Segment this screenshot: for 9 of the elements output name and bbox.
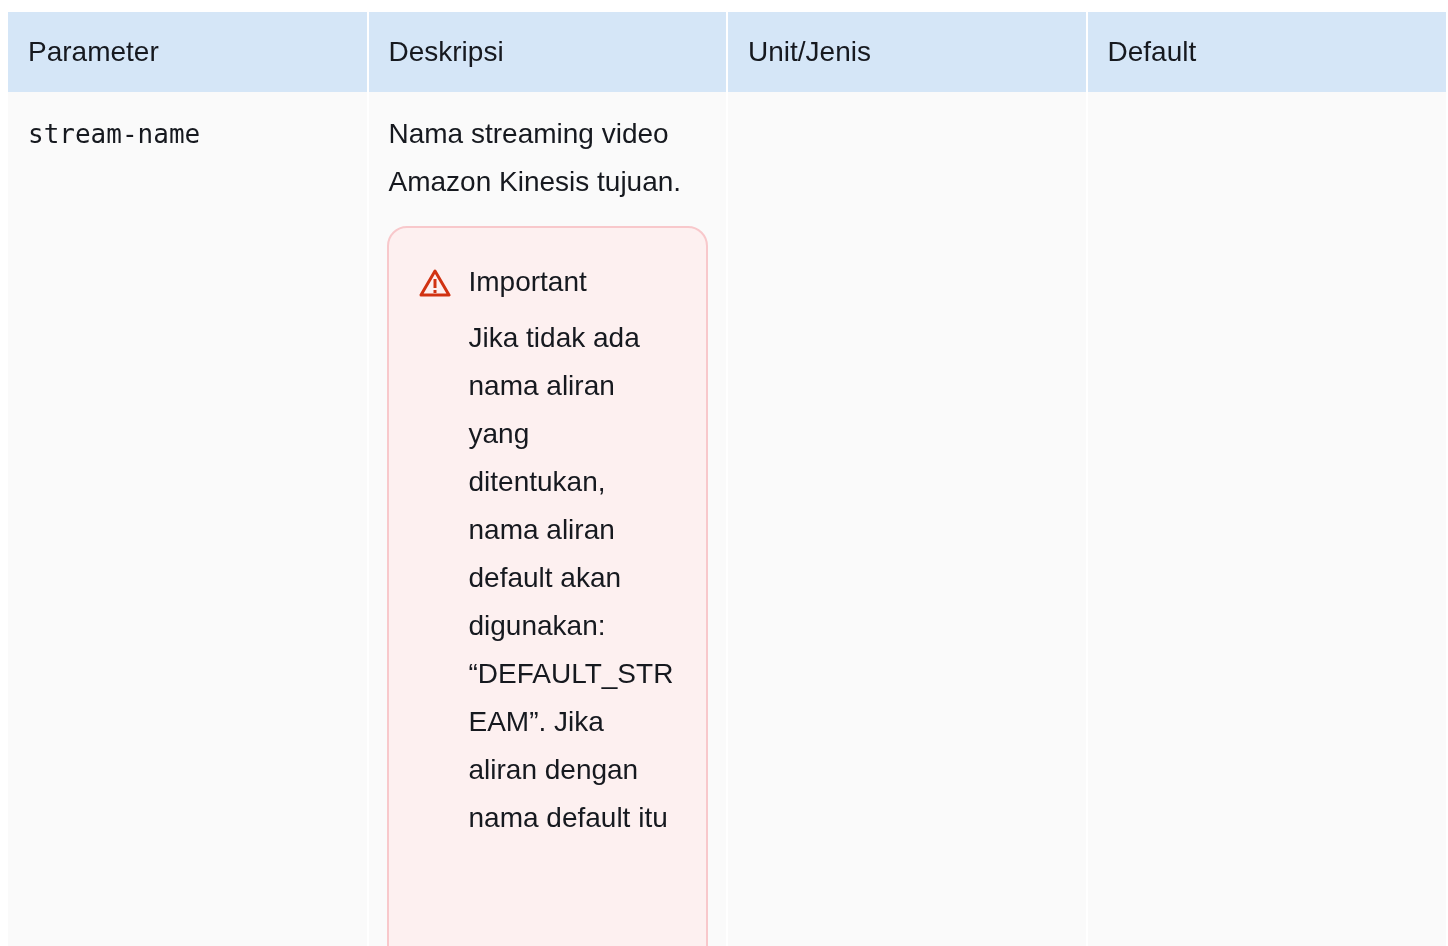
warning-icon	[418, 268, 451, 298]
column-header: Deskripsi	[367, 12, 727, 92]
callout-title: Important	[468, 265, 588, 299]
callout-text: Jika tidak ada nama aliran yang ditentukan, nama aliran default akan digunakan: “DEFAULT_STREAM”. Jika aliran dengan nama default itu	[468, 321, 674, 835]
description-text: Nama streaming video Amazon Kinesis tujuan.	[388, 117, 683, 199]
column-header: Unit/Jenis	[727, 12, 1087, 92]
parameter-name: stream-name	[28, 119, 201, 149]
column-header: Default	[1086, 12, 1446, 92]
column-header: Parameter	[8, 12, 368, 92]
